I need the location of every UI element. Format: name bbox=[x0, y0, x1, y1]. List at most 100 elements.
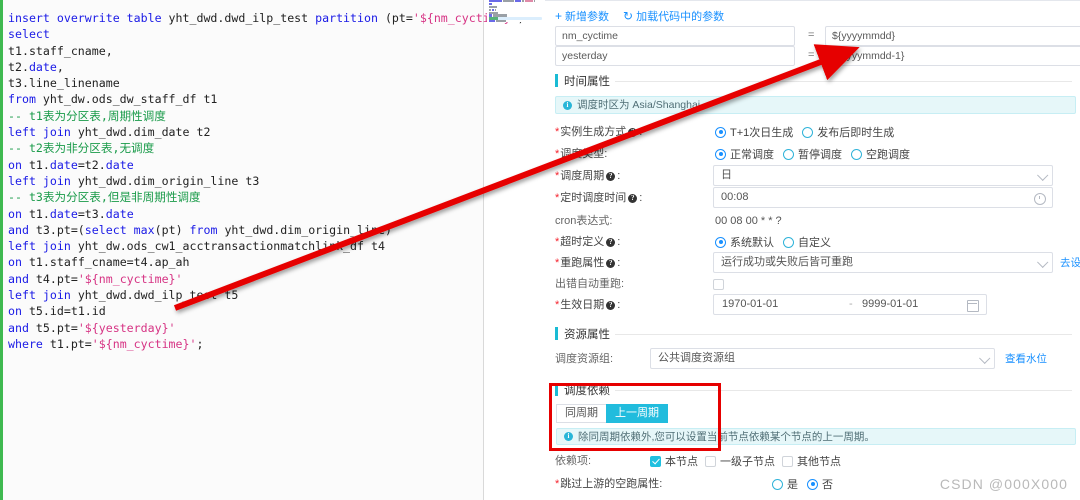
section-accent-bar bbox=[555, 327, 558, 340]
depend-items-checkboxes[interactable]: 本节点 一级子节点 其他节点 bbox=[650, 450, 841, 472]
schedule-period-select[interactable]: 日 bbox=[713, 165, 1053, 186]
row-schedule-time: *定时调度时间?: 00:08 bbox=[545, 187, 1080, 209]
parameter-name-input-1[interactable]: yesterday bbox=[555, 46, 795, 66]
checkbox-item-other-node[interactable]: 其他节点 bbox=[782, 453, 841, 469]
code-line: left join yht_dwd.dwd_ilp_test t5 bbox=[8, 287, 481, 303]
radio-schedule-type-1[interactable]: 暂停调度 bbox=[783, 146, 842, 162]
set-default-rerun-link[interactable]: 去设置默认重跑属性值 bbox=[1060, 252, 1080, 274]
parameter-value-input-1[interactable]: ${yyyymmdd-1} bbox=[825, 46, 1080, 66]
schedule-time-input[interactable]: 00:08 bbox=[713, 187, 1053, 208]
effective-date-range[interactable]: 1970-01-01 - 9999-01-01 bbox=[713, 294, 987, 315]
timezone-notice-text: 调度时区为 Asia/Shanghai bbox=[577, 99, 701, 111]
label-auto-rerun: 出错自动重跑: bbox=[555, 278, 625, 290]
radio-label: 正常调度 bbox=[730, 149, 774, 161]
panel-top-divider bbox=[545, 0, 1080, 7]
parameter-value-input-0[interactable]: ${yyyymmdd} bbox=[825, 26, 1080, 46]
code-token: yht_dwd.dwd_ilp_test bbox=[168, 11, 316, 25]
rerun-property-select[interactable]: 运行成功或失败后皆可重跑 bbox=[713, 252, 1053, 273]
auto-rerun-checkbox-wrap[interactable] bbox=[713, 273, 724, 295]
watermark-text: CSDN @000X000 bbox=[939, 476, 1068, 492]
code-line: left join yht_dw.ods_cw1_acctransactionm… bbox=[8, 238, 481, 254]
row-auto-rerun: 出错自动重跑: bbox=[545, 273, 1080, 295]
auto-rerun-checkbox[interactable] bbox=[713, 278, 724, 290]
help-icon[interactable]: ? bbox=[628, 128, 638, 137]
schedule-period-value: 日 bbox=[721, 169, 732, 181]
help-icon[interactable]: ? bbox=[606, 238, 616, 247]
code-token: '${nm_cyctime}' bbox=[91, 336, 197, 351]
chevron-down-icon bbox=[979, 352, 991, 364]
code-token: where bbox=[8, 336, 50, 351]
code-token: yht_dwd.dim_date t2 bbox=[77, 125, 211, 140]
label-schedule-period: *调度周期?: bbox=[555, 170, 621, 182]
code-token: (pt) bbox=[154, 222, 190, 237]
row-schedule-type: *调度类型: 正常调度 暂停调度 空跑调度 bbox=[545, 143, 1080, 165]
section-title-resource: 资源属性 bbox=[564, 329, 610, 341]
code-token: t4.pt= bbox=[35, 271, 78, 286]
radio-timeout-1[interactable]: 自定义 bbox=[783, 234, 831, 250]
load-parameters-button[interactable]: ↻ 加载代码中的参数 bbox=[623, 8, 724, 24]
chevron-down-icon bbox=[1037, 256, 1049, 268]
resource-group-select[interactable]: 公共调度资源组 bbox=[650, 348, 995, 369]
label-rerun: *重跑属性?: bbox=[555, 257, 621, 269]
code-line: left join yht_dwd.dim_origin_line t3 bbox=[8, 173, 481, 189]
radio-schedule-type-2[interactable]: 空跑调度 bbox=[851, 146, 910, 162]
code-token: date bbox=[49, 157, 78, 172]
code-line: on t1.date=t3.date bbox=[8, 206, 481, 222]
parameter-equals-1: = bbox=[808, 49, 815, 61]
code-line: and t3.pt=(select max(pt) from yht_dwd.d… bbox=[8, 222, 481, 238]
add-parameter-label: 新增参数 bbox=[565, 11, 610, 23]
radio-dot-icon bbox=[772, 478, 783, 490]
radio-skip-upstream-yes[interactable]: 是 bbox=[772, 476, 798, 492]
radio-schedule-type-0[interactable]: 正常调度 bbox=[715, 146, 774, 162]
code-token: =t2. bbox=[77, 157, 106, 172]
effective-date-end[interactable]: 9999-01-01 bbox=[862, 295, 918, 314]
help-icon[interactable]: ? bbox=[606, 301, 616, 310]
radio-dot-icon bbox=[802, 126, 814, 138]
section-header-resource: 资源属性 bbox=[555, 326, 1076, 342]
row-depend-items: 依赖项: 本节点 一级子节点 其他节点 bbox=[545, 450, 1080, 472]
code-token: from bbox=[189, 222, 225, 237]
radio-instance-mode-1[interactable]: 发布后即时生成 bbox=[802, 124, 894, 140]
radiogroup-timeout[interactable]: 系统默认 自定义 bbox=[715, 231, 831, 253]
radiogroup-instance-mode[interactable]: T+1次日生成 发布后即时生成 bbox=[715, 121, 894, 143]
code-minimap[interactable] bbox=[487, 0, 542, 22]
timezone-notice: i 调度时区为 Asia/Shanghai bbox=[555, 96, 1076, 114]
parameter-name-input-0[interactable]: nm_cyctime bbox=[555, 26, 795, 46]
row-resource-group: 调度资源组: 公共调度资源组 查看水位 bbox=[545, 348, 1080, 370]
date-range-separator: - bbox=[849, 298, 853, 310]
help-icon[interactable]: ? bbox=[606, 259, 616, 268]
parameter-actions: + 新增参数 ↻ 加载代码中的参数 bbox=[555, 8, 724, 24]
help-icon[interactable]: ? bbox=[628, 194, 638, 203]
help-icon[interactable]: ? bbox=[606, 172, 616, 181]
clock-icon[interactable] bbox=[1034, 193, 1046, 205]
add-parameter-button[interactable]: + 新增参数 bbox=[555, 8, 609, 24]
effective-date-start[interactable]: 1970-01-01 bbox=[722, 295, 778, 314]
sql-code[interactable]: insert overwrite table yht_dwd.dwd_ilp_t… bbox=[8, 10, 525, 352]
radio-timeout-0[interactable]: 系统默认 bbox=[715, 234, 774, 250]
code-token: yht_dwd.dim_origin_line) bbox=[224, 222, 392, 237]
code-token: , bbox=[56, 59, 64, 74]
row-schedule-period: *调度周期?: 日 bbox=[545, 165, 1080, 187]
code-line: -- t2表为非分区表,无调度 bbox=[8, 140, 481, 156]
code-token: t5.id=t1.id bbox=[28, 304, 106, 319]
radiogroup-schedule-type[interactable]: 正常调度 暂停调度 空跑调度 bbox=[715, 143, 910, 165]
code-token: -- t1表为分区表,周期性调度 bbox=[8, 108, 166, 123]
calendar-icon[interactable] bbox=[967, 300, 979, 312]
checkbox-item-self-node[interactable]: 本节点 bbox=[650, 453, 698, 469]
label-schedule-time: *定时调度时间?: bbox=[555, 192, 643, 204]
section-accent-bar bbox=[555, 74, 558, 87]
code-token: on bbox=[8, 255, 29, 270]
radio-skip-upstream-no[interactable]: 否 bbox=[807, 476, 833, 492]
code-token: max bbox=[133, 222, 155, 237]
sql-editor-pane[interactable]: insert overwrite table yht_dwd.dwd_ilp_t… bbox=[0, 0, 525, 500]
radio-dot-icon bbox=[851, 148, 862, 160]
code-token: t2. bbox=[8, 59, 29, 74]
view-watermark-link[interactable]: 查看水位 bbox=[1005, 348, 1047, 370]
radio-label: 暂停调度 bbox=[798, 149, 842, 161]
checkbox-item-child-node[interactable]: 一级子节点 bbox=[705, 453, 775, 469]
code-line: t2.date, bbox=[8, 59, 481, 75]
code-token: =t3. bbox=[77, 206, 106, 221]
radiogroup-skip-upstream[interactable]: 是 否 bbox=[772, 473, 833, 495]
radio-instance-mode-0[interactable]: T+1次日生成 bbox=[715, 124, 793, 140]
code-line: t1.staff_cname, bbox=[8, 43, 481, 59]
